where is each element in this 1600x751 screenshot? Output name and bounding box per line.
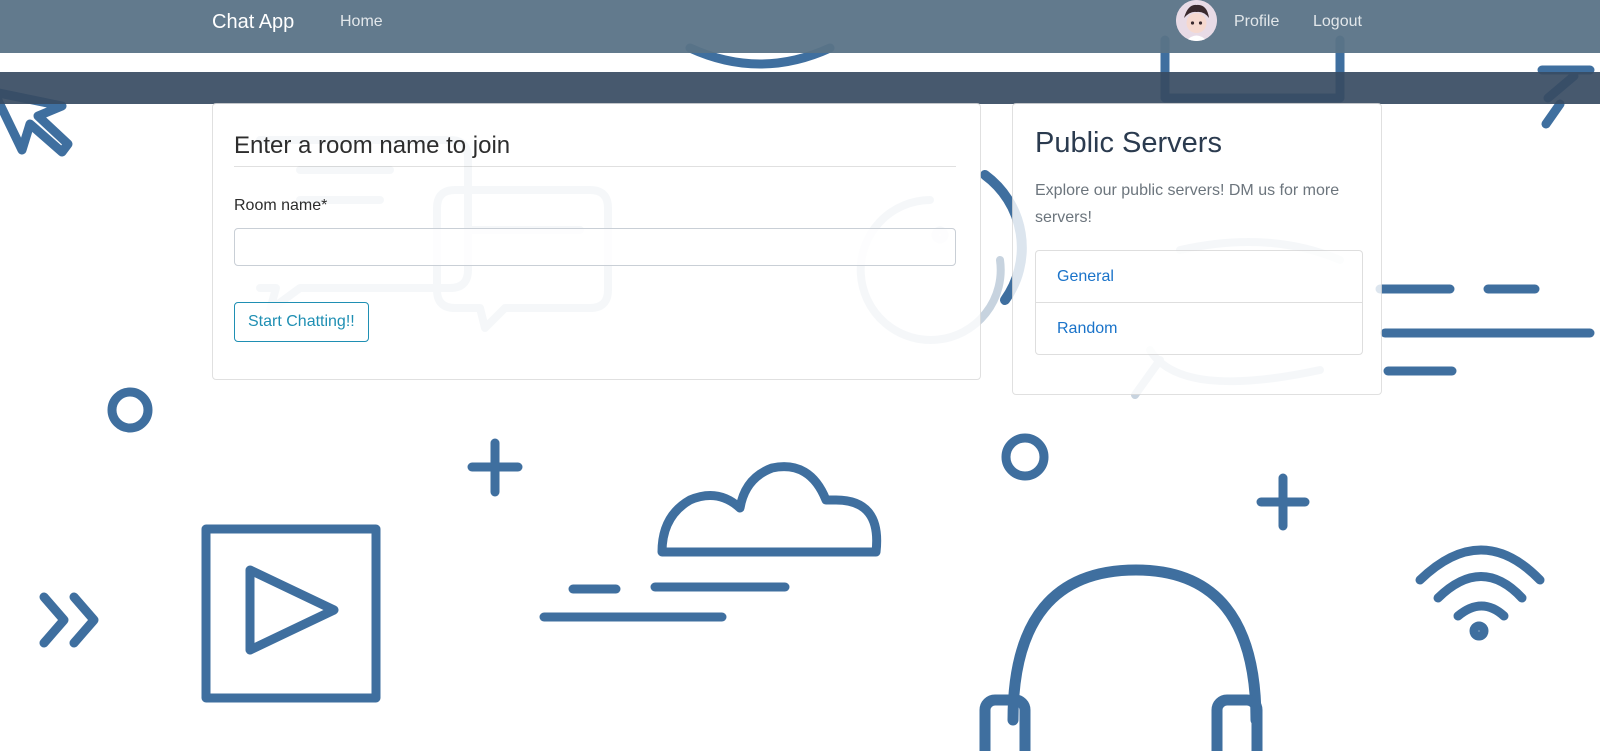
room-name-label: Room name* [234, 197, 328, 214]
avatar-icon [1176, 0, 1217, 41]
list-item: General [1036, 251, 1362, 303]
header-banner [0, 72, 1600, 104]
cloud-icon [539, 462, 882, 622]
server-list: General Random [1035, 250, 1363, 355]
app-viewport: Chat App Home Profile Logout Enter a roo… [0, 0, 1600, 751]
play-square-icon [201, 524, 381, 703]
plus-icon [467, 438, 523, 497]
server-link-random[interactable]: Random [1057, 320, 1117, 337]
brand-link[interactable]: Chat App [212, 10, 294, 34]
nav-home-link[interactable]: Home [340, 12, 383, 32]
nav-profile-link[interactable]: Profile [1234, 12, 1279, 32]
public-servers-title: Public Servers [1035, 127, 1222, 159]
start-chatting-button[interactable]: Start Chatting!! [234, 302, 369, 342]
plus-icon [1256, 473, 1310, 531]
navbar: Chat App Home Profile Logout [0, 0, 1600, 53]
join-room-card: Enter a room name to join Room name* Sta… [212, 103, 981, 380]
circle-icon [107, 387, 153, 433]
title-divider [234, 166, 956, 167]
speed-lines-icon [1375, 284, 1595, 376]
fast-forward-icon [39, 592, 99, 648]
room-name-input[interactable] [234, 228, 956, 266]
avatar[interactable] [1176, 0, 1217, 41]
list-item: Random [1036, 303, 1362, 354]
public-servers-card: Public Servers Explore our public server… [1012, 103, 1382, 395]
server-link-general[interactable]: General [1057, 268, 1114, 285]
circle-icon [1001, 433, 1049, 481]
nav-logout-link[interactable]: Logout [1313, 12, 1362, 32]
join-room-title: Enter a room name to join [234, 132, 511, 159]
public-servers-description: Explore our public servers! DM us for mo… [1035, 182, 1340, 226]
headphones-icon [979, 564, 1263, 751]
wifi-icon [1415, 545, 1545, 641]
